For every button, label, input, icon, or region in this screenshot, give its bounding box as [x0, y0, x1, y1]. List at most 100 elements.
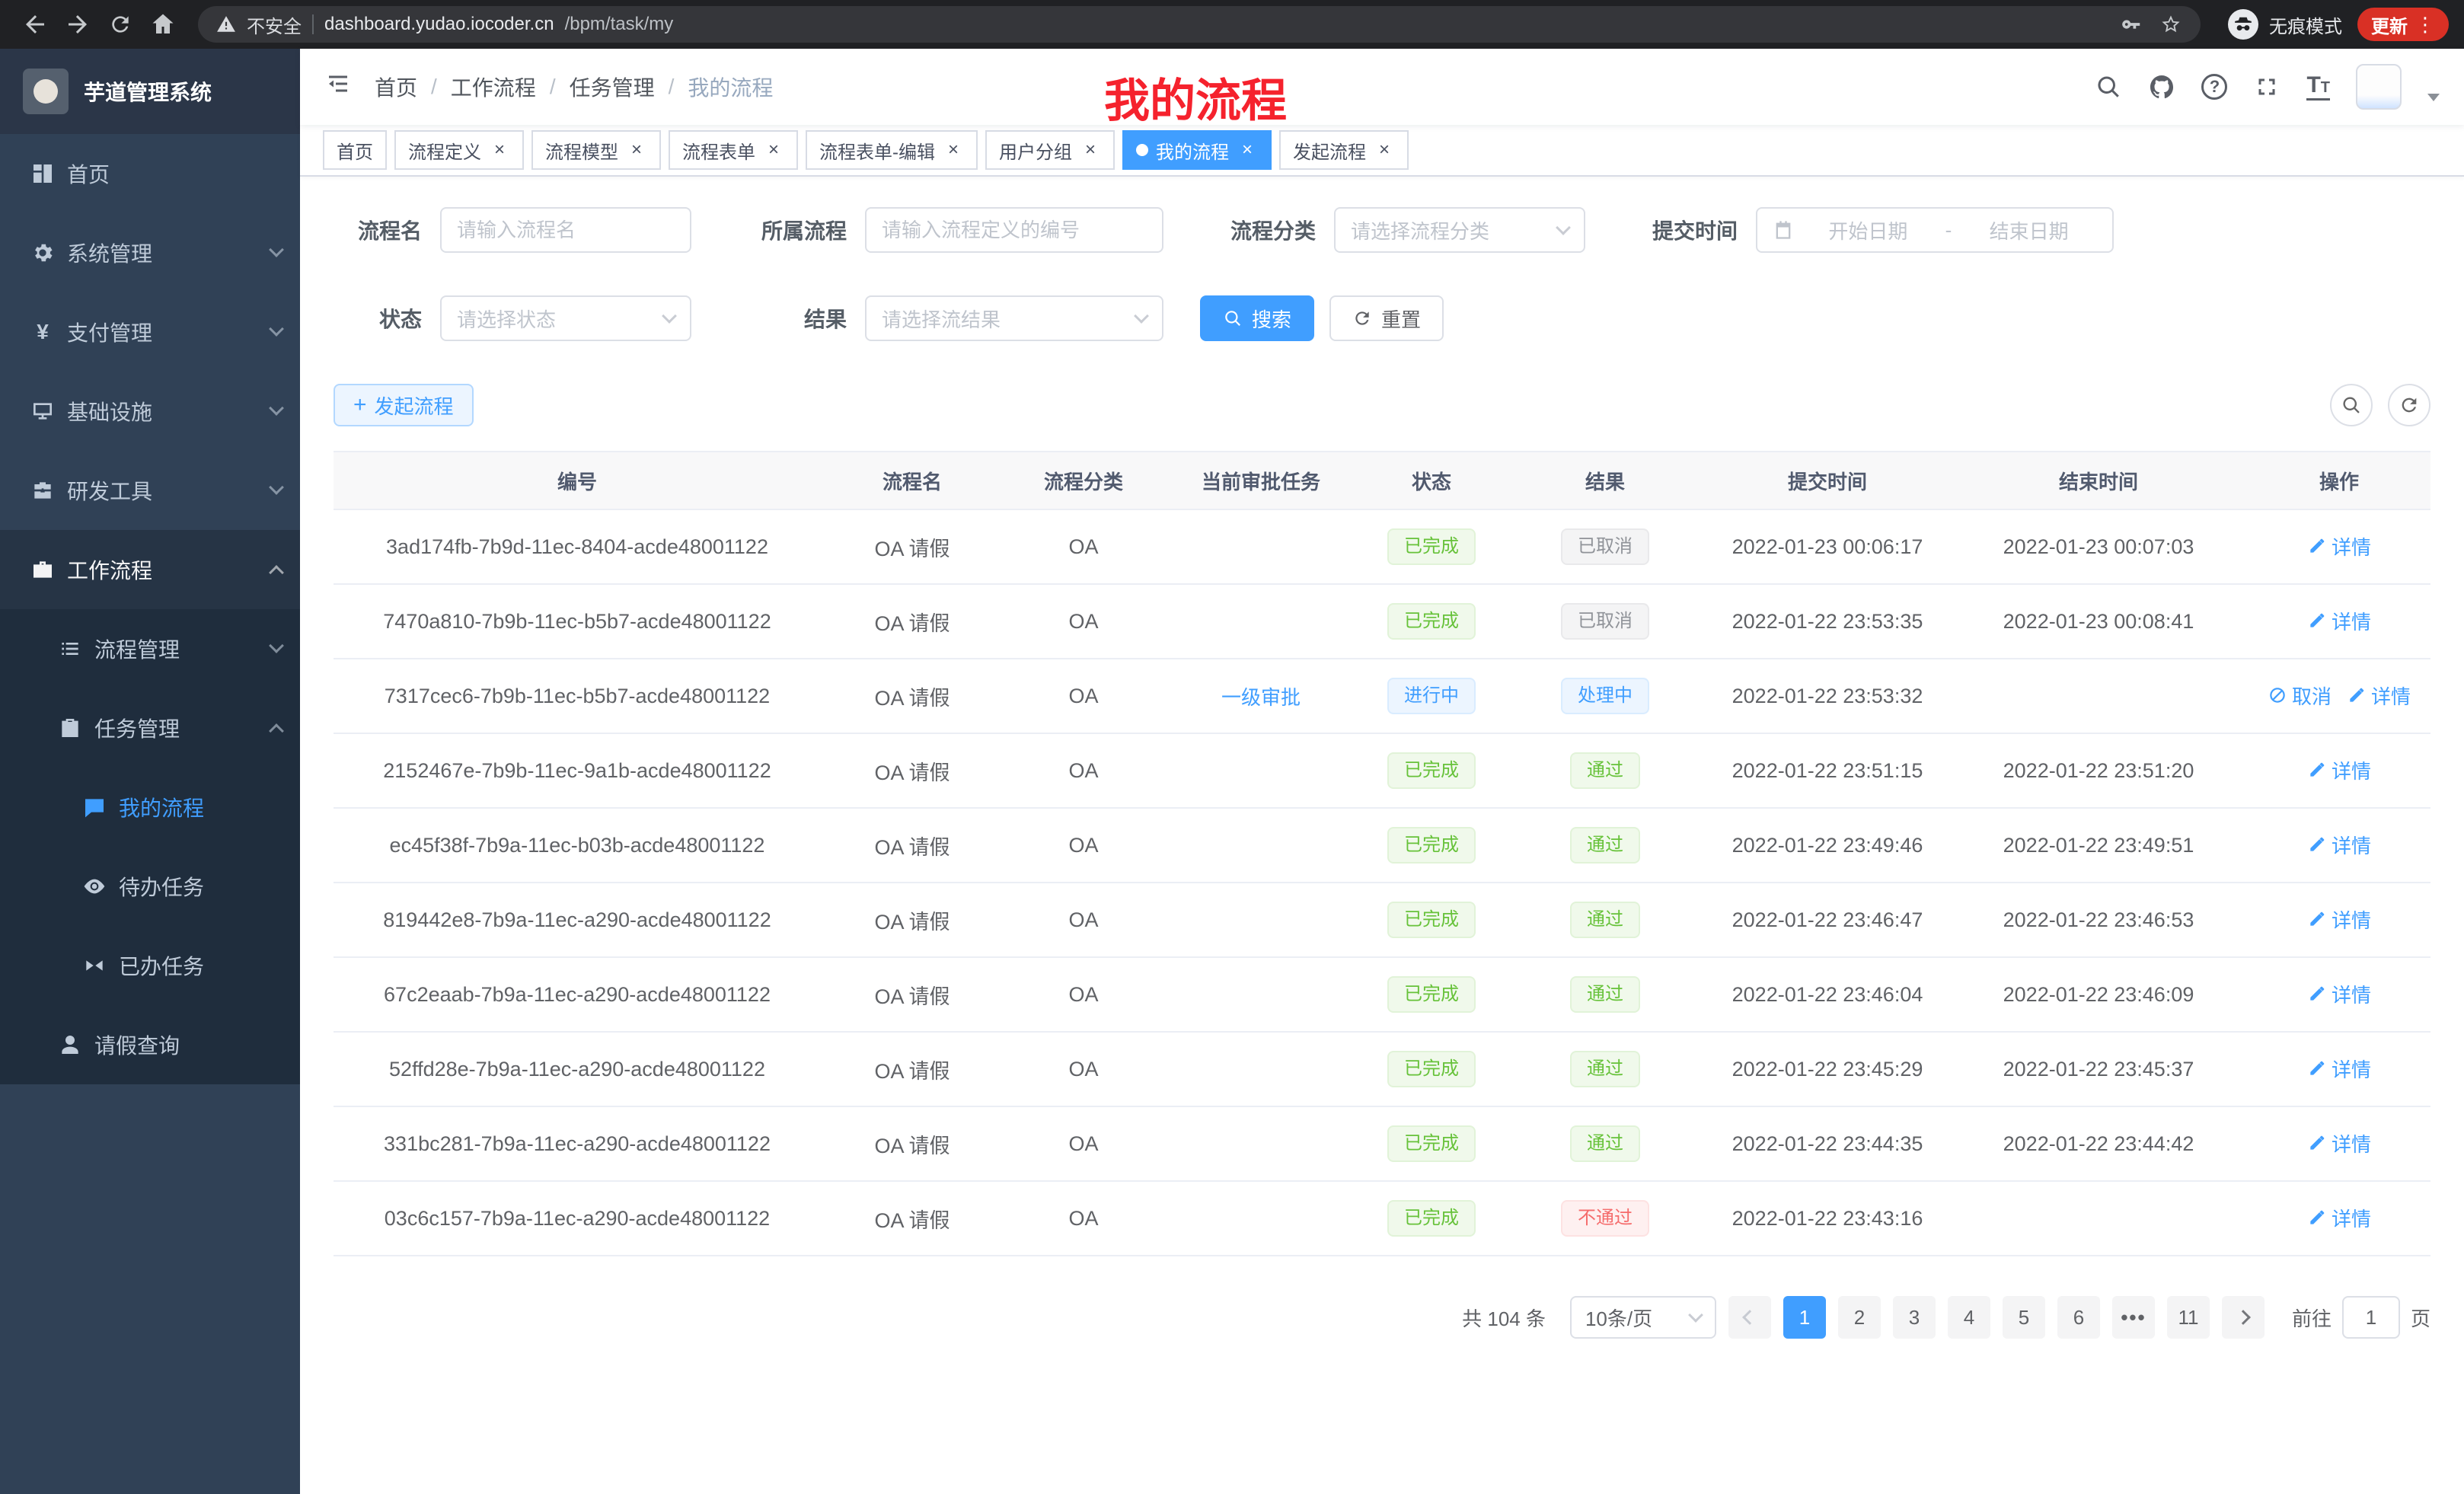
sidebar-item-todo-tasks[interactable]: 待办任务 [0, 847, 300, 926]
address-bar[interactable]: 不安全 dashboard.yudao.iocoder.cn/bpm/task/… [198, 6, 2201, 43]
detail-link[interactable]: 详情 [2307, 980, 2371, 1008]
process-definition-input[interactable] [865, 207, 1163, 253]
github-icon[interactable] [2148, 73, 2175, 101]
close-icon[interactable]: × [943, 139, 964, 161]
close-icon[interactable]: × [626, 139, 647, 161]
detail-link[interactable]: 详情 [2347, 682, 2411, 710]
detail-link-label: 详情 [2371, 682, 2411, 710]
process-category-select[interactable]: 请选择流程分类 [1334, 207, 1585, 253]
refresh-table-button[interactable] [2388, 384, 2430, 426]
result-select[interactable]: 请选择流结果 [865, 295, 1163, 341]
sidebar-item-payment[interactable]: ¥支付管理 [0, 292, 300, 372]
sidebar-item-system[interactable]: 系统管理 [0, 213, 300, 292]
close-icon[interactable]: × [1080, 139, 1101, 161]
key-icon[interactable] [2120, 13, 2143, 36]
current-task-link[interactable]: 一级审批 [1221, 682, 1301, 710]
reset-button[interactable]: 重置 [1329, 295, 1444, 341]
process-id-cell: 7470a810-7b9b-11ec-b5b7-acde48001122 [334, 584, 821, 659]
incognito-profile-chip[interactable]: 无痕模式 [2216, 9, 2354, 40]
tab-process-form[interactable]: 流程表单× [669, 130, 798, 170]
font-size-icon[interactable]: TT [2306, 74, 2330, 101]
tab-label: 发起流程 [1293, 137, 1366, 164]
browser-refresh-button[interactable] [101, 5, 140, 44]
bookmark-star-icon[interactable] [2159, 13, 2182, 36]
user-avatar[interactable] [2356, 64, 2402, 110]
prev-page-button[interactable] [1728, 1296, 1771, 1339]
sidebar-toggle-button[interactable] [324, 70, 352, 104]
detail-link[interactable]: 详情 [2307, 1204, 2371, 1232]
breadcrumb-item[interactable]: 首页 [375, 72, 417, 102]
sidebar-item-done-tasks[interactable]: 已办任务 [0, 926, 300, 1005]
sidebar-item-task-mgmt[interactable]: 任务管理 [0, 688, 300, 768]
breadcrumb-item[interactable]: 工作流程 [451, 72, 536, 102]
page-button-2[interactable]: 2 [1838, 1296, 1881, 1339]
eye-icon [82, 874, 107, 899]
caret-down-icon[interactable] [2427, 94, 2440, 101]
start-process-button[interactable]: + 发起流程 [334, 384, 474, 426]
detail-link[interactable]: 详情 [2307, 607, 2371, 635]
page-button-3[interactable]: 3 [1893, 1296, 1936, 1339]
sidebar-item-leave-query[interactable]: 请假查询 [0, 1005, 300, 1084]
page-button-11[interactable]: 11 [2167, 1296, 2210, 1339]
tab-start-process[interactable]: 发起流程 × [1279, 130, 1409, 170]
search-button[interactable]: 搜索 [1200, 295, 1314, 341]
more-pages-button[interactable]: ••• [2112, 1296, 2155, 1339]
detail-link[interactable]: 详情 [2307, 905, 2371, 934]
fullscreen-icon[interactable] [2253, 73, 2280, 101]
browser-update-button[interactable]: 更新 ⋮ [2357, 8, 2449, 41]
sidebar-item-devtools[interactable]: 研发工具 [0, 451, 300, 530]
detail-link[interactable]: 详情 [2307, 1055, 2371, 1083]
sidebar-item-process-mgmt[interactable]: 流程管理 [0, 609, 300, 688]
cancel-link[interactable]: 取消 [2268, 682, 2332, 710]
tab-my-process[interactable]: 我的流程 × [1122, 130, 1272, 170]
page-button-5[interactable]: 5 [2003, 1296, 2045, 1339]
result-cell: 已取消 [1505, 584, 1706, 659]
browser-home-button[interactable] [143, 5, 183, 44]
tab-user-group[interactable]: 用户分组× [985, 130, 1115, 170]
help-icon[interactable]: ? [2201, 74, 2227, 100]
status-tag: 已完成 [1387, 976, 1476, 1013]
sidebar-item-my-process[interactable]: 我的流程 [0, 768, 300, 847]
close-icon[interactable]: × [763, 139, 784, 161]
tab-process-definition[interactable]: 流程定义× [394, 130, 524, 170]
browser-back-button[interactable] [15, 5, 55, 44]
app-logo[interactable]: 芋道管理系统 [0, 49, 300, 134]
page-size-select[interactable]: 10条/页 [1570, 1296, 1716, 1339]
column-header: 结束时间 [1949, 452, 2248, 509]
close-icon[interactable]: × [1237, 139, 1258, 161]
close-icon[interactable]: × [1374, 139, 1395, 161]
tab-label: 流程表单-编辑 [819, 137, 935, 164]
detail-link[interactable]: 详情 [2307, 1129, 2371, 1157]
detail-link[interactable]: 详情 [2307, 532, 2371, 560]
process-name-input[interactable] [440, 207, 691, 253]
browser-forward-button[interactable] [58, 5, 97, 44]
page-goto-input[interactable] [2342, 1296, 2400, 1339]
chevron-right-icon [2236, 1310, 2251, 1325]
tab-home[interactable]: 首页 [323, 130, 387, 170]
page-button-4[interactable]: 4 [1948, 1296, 1990, 1339]
detail-link[interactable]: 详情 [2307, 831, 2371, 859]
next-page-button[interactable] [2222, 1296, 2265, 1339]
column-header: 当前审批任务 [1163, 452, 1358, 509]
toggle-search-button[interactable] [2330, 384, 2373, 426]
close-icon[interactable]: × [489, 139, 510, 161]
page-content: 流程名 所属流程 流程分类 请选择流程分类 提交时间 [300, 177, 2464, 1339]
tab-process-model[interactable]: 流程模型× [531, 130, 661, 170]
tab-label: 我的流程 [1156, 137, 1229, 164]
submit-time-range-picker[interactable]: 开始日期 - 结束日期 [1756, 207, 2114, 253]
header-search-icon[interactable] [2095, 73, 2122, 101]
page-button-1[interactable]: 1 [1783, 1296, 1826, 1339]
process-name-cell: OA 请假 [821, 957, 1004, 1032]
status-select[interactable]: 请选择状态 [440, 295, 691, 341]
clipboard-icon [58, 716, 82, 740]
sidebar-item-workflow[interactable]: 工作流程 [0, 530, 300, 609]
briefcase-icon [30, 557, 55, 582]
process-id: 331bc281-7b9a-11ec-a290-acde48001122 [384, 1132, 771, 1155]
result-label: 结果 [728, 303, 847, 334]
page-button-6[interactable]: 6 [2057, 1296, 2100, 1339]
breadcrumb-item[interactable]: 任务管理 [570, 72, 655, 102]
sidebar-item-home[interactable]: 首页 [0, 134, 300, 213]
tab-process-form-edit[interactable]: 流程表单-编辑 × [806, 130, 978, 170]
sidebar-item-infrastructure[interactable]: 基础设施 [0, 372, 300, 451]
detail-link[interactable]: 详情 [2307, 756, 2371, 784]
